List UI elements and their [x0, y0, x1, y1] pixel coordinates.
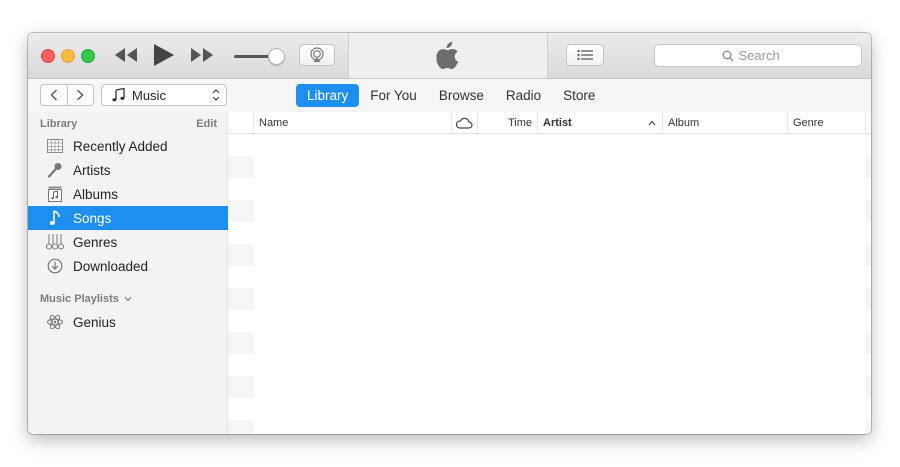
album-column-header[interactable]: Album — [663, 112, 788, 133]
sidebar-item-label: Songs — [73, 210, 112, 226]
play-button[interactable] — [153, 43, 175, 70]
sidebar-item-label: Recently Added — [73, 138, 168, 154]
fast-forward-button[interactable] — [190, 47, 214, 66]
tab-browse[interactable]: Browse — [428, 84, 495, 107]
sidebar-item-label: Genius — [73, 314, 116, 330]
sidebar-item-genius[interactable]: Genius — [28, 310, 228, 334]
music-note-icon — [46, 209, 64, 227]
atom-icon — [46, 313, 64, 331]
tab-for-you[interactable]: For You — [359, 84, 428, 107]
row-stripe — [228, 244, 254, 266]
volume-slider-knob[interactable] — [268, 48, 285, 65]
sidebar-item-label: Genres — [73, 234, 118, 250]
artist-column-label: Artist — [543, 117, 572, 129]
row-stripe — [866, 244, 871, 266]
toolbar — [28, 33, 871, 79]
time-column-header[interactable]: Time — [478, 112, 538, 133]
tab-radio[interactable]: Radio — [495, 84, 552, 107]
navigation-bar: Music Library For You Browse Radio Store — [28, 79, 871, 112]
sidebar-item-label: Downloaded — [73, 258, 149, 274]
microphone-icon — [46, 161, 64, 179]
row-stripe — [866, 420, 871, 434]
tab-store[interactable]: Store — [552, 84, 606, 107]
row-stripe — [228, 376, 254, 398]
sidebar: Library Edit Recently Added Artists Albu… — [28, 112, 228, 434]
music-playlists-heading[interactable]: Music Playlists — [40, 293, 132, 305]
media-kind-label: Music — [132, 87, 166, 103]
section-tabs: Library For You Browse Radio Store — [296, 84, 606, 107]
music-playlists-label: Music Playlists — [40, 293, 119, 305]
airplay-button[interactable] — [299, 44, 335, 66]
zoom-window-button[interactable] — [81, 49, 95, 63]
row-stripe — [866, 332, 871, 354]
album-icon — [46, 185, 64, 203]
sidebar-item-label: Albums — [73, 186, 119, 202]
song-list-header: Name Time Artist Album Genre — [228, 112, 871, 134]
status-column-header[interactable] — [228, 112, 254, 133]
sidebar-item-downloaded[interactable]: Downloaded — [28, 254, 228, 278]
row-stripe — [228, 420, 254, 434]
minimize-window-button[interactable] — [61, 49, 75, 63]
rewind-icon — [115, 48, 137, 62]
sidebar-item-artists[interactable]: Artists — [28, 158, 228, 182]
history-navigation — [40, 84, 94, 106]
itunes-window: Music Library For You Browse Radio Store… — [28, 33, 871, 434]
cloud-column-header[interactable] — [452, 112, 478, 133]
updown-chevron-icon — [212, 89, 220, 101]
status-display — [348, 33, 548, 78]
chevron-right-icon — [77, 89, 84, 101]
tab-library[interactable]: Library — [296, 84, 360, 107]
media-kind-selector[interactable]: Music — [101, 84, 227, 106]
sidebar-item-recently-added[interactable]: Recently Added — [28, 134, 228, 158]
close-window-button[interactable] — [41, 49, 55, 63]
row-stripe — [228, 200, 254, 222]
row-stripe — [866, 200, 871, 222]
artist-column-header[interactable]: Artist — [538, 112, 663, 133]
song-list: Name Time Artist Album Genre — [228, 112, 871, 434]
list-icon — [577, 49, 593, 61]
up-next-button[interactable] — [566, 44, 604, 66]
grid-icon — [46, 137, 64, 155]
music-note-icon — [112, 88, 125, 102]
chevron-down-icon — [124, 296, 132, 302]
sidebar-item-label: Artists — [73, 162, 111, 178]
search-field[interactable] — [654, 44, 862, 67]
row-stripe — [866, 376, 871, 398]
apple-logo-icon — [436, 41, 459, 70]
play-icon — [154, 44, 174, 66]
sidebar-item-songs[interactable]: Songs — [28, 206, 228, 230]
row-stripe — [228, 156, 254, 178]
name-column-header[interactable]: Name — [254, 112, 452, 133]
sidebar-item-genres[interactable]: Genres — [28, 230, 228, 254]
search-icon — [722, 50, 733, 61]
library-heading: Library — [40, 118, 78, 130]
download-icon — [46, 257, 64, 275]
row-stripe — [228, 332, 254, 354]
forward-button[interactable] — [68, 85, 94, 105]
sort-ascending-icon — [648, 120, 656, 126]
row-stripe — [228, 288, 254, 310]
fast-forward-icon — [191, 48, 213, 62]
search-input[interactable] — [738, 48, 795, 63]
rewind-button[interactable] — [114, 47, 138, 66]
airplay-icon — [310, 47, 324, 62]
row-stripe — [866, 156, 871, 178]
sidebar-item-albums[interactable]: Albums — [28, 182, 228, 206]
genre-column-header[interactable]: Genre — [788, 112, 866, 133]
guitar-icon — [46, 233, 64, 251]
row-stripe — [866, 288, 871, 310]
chevron-left-icon — [50, 89, 57, 101]
cloud-icon — [455, 117, 473, 129]
back-button[interactable] — [41, 85, 68, 105]
edit-library-button[interactable]: Edit — [196, 118, 217, 130]
